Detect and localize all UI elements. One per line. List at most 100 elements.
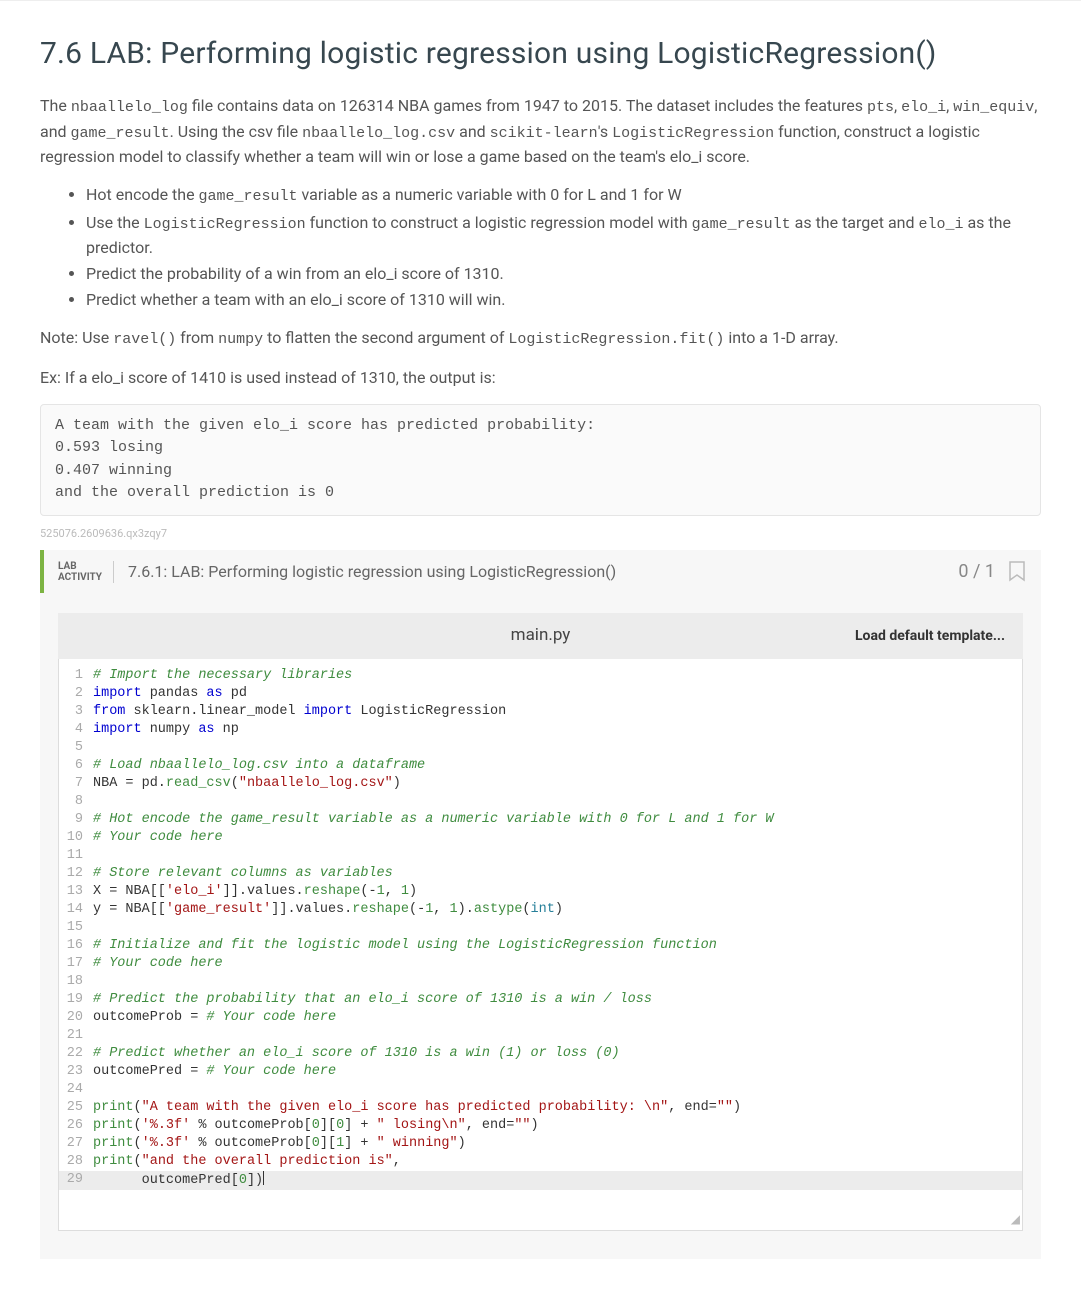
code-text: (- xyxy=(360,884,376,899)
line-number: 11 xyxy=(59,847,93,865)
hash-id: 525076.2609636.qx3zqy7 xyxy=(40,526,1041,543)
code-text: ][ xyxy=(320,1118,336,1133)
text: file contains data on 126314 NBA games f… xyxy=(188,96,867,115)
code-text: ). xyxy=(458,902,474,917)
line-number: 15 xyxy=(59,919,93,937)
line-number: 6 xyxy=(59,757,93,775)
lab-tag: LAB ACTIVITY xyxy=(58,561,114,583)
line-number: 26 xyxy=(59,1117,93,1135)
code-text: np xyxy=(215,722,239,737)
code-type: int xyxy=(531,902,555,917)
code-string: " losing\n" xyxy=(377,1118,466,1133)
line-number: 12 xyxy=(59,865,93,883)
code-editor[interactable]: 1# Import the necessary libraries 2impor… xyxy=(58,659,1023,1231)
code-text: NBA = pd. xyxy=(93,776,166,791)
load-default-template-button[interactable]: Load default template... xyxy=(855,626,1023,647)
code-inline: game_result xyxy=(199,188,298,205)
code-func: astype xyxy=(474,902,523,917)
page-title: 7.6 LAB: Performing logistic regression … xyxy=(40,31,1041,76)
line-number: 4 xyxy=(59,721,93,739)
code-inline: elo_i xyxy=(901,99,946,116)
code-text: numpy xyxy=(142,722,199,737)
code-keyword: as xyxy=(206,686,222,701)
code-text: ( xyxy=(522,902,530,917)
code-inline: ravel() xyxy=(113,331,176,348)
text: variable as a numeric variable with 0 fo… xyxy=(298,185,682,204)
line-number: 23 xyxy=(59,1063,93,1081)
example-label: Ex: If a elo_i score of 1410 is used ins… xyxy=(40,366,1041,390)
bookmark-icon[interactable] xyxy=(1007,560,1027,584)
code-text: y = NBA[[ xyxy=(93,902,166,917)
intro-paragraph: The nbaallelo_log file contains data on … xyxy=(40,94,1041,169)
code-inline: pts xyxy=(867,99,894,116)
text: function to construct a logistic regress… xyxy=(306,213,692,232)
text: The xyxy=(40,96,71,115)
code-text: ( xyxy=(134,1118,142,1133)
code-number: 0 xyxy=(239,1173,247,1188)
code-comment: # Load nbaallelo_log.csv into a datafram… xyxy=(93,758,425,773)
text: as the target and xyxy=(791,213,919,232)
code-inline: LogisticRegression xyxy=(144,216,306,233)
line-number: 28 xyxy=(59,1153,93,1171)
code-text: , end= xyxy=(466,1118,515,1133)
code-comment: # Import the necessary libraries xyxy=(93,668,352,683)
code-text: outcomeProb = xyxy=(93,1010,206,1025)
code-text: ]].values. xyxy=(223,884,304,899)
line-number: 9 xyxy=(59,811,93,829)
text: Use the xyxy=(86,213,144,232)
code-inline: win_equiv xyxy=(953,99,1034,116)
code-text: (- xyxy=(409,902,425,917)
line-number: 29 xyxy=(59,1171,93,1190)
code-comment: # Store relevant columns as variables xyxy=(93,866,393,881)
text: into a 1-D array. xyxy=(724,328,838,347)
code-inline: nbaallelo_log.csv xyxy=(302,125,455,142)
text: Hot encode the xyxy=(86,185,199,204)
line-number: 24 xyxy=(59,1081,93,1099)
code-string: '%.3f' xyxy=(142,1118,191,1133)
code-comment: # Hot encode the game_result variable as… xyxy=(93,812,774,827)
code-text: ]].values. xyxy=(271,902,352,917)
code-func: print xyxy=(93,1100,134,1115)
code-text: ) xyxy=(531,1118,539,1133)
lab-body: main.py Load default template... 1# Impo… xyxy=(40,593,1041,1259)
code-comment: # Your code here xyxy=(206,1064,336,1079)
code-text: ][ xyxy=(320,1136,336,1151)
code-inline: LogisticRegression.fit() xyxy=(508,331,724,348)
line-number: 25 xyxy=(59,1099,93,1117)
code-text: pd xyxy=(223,686,247,701)
code-comment: # Your code here xyxy=(93,830,223,845)
code-inline: scikit-learn xyxy=(490,125,598,142)
code-number: 1 xyxy=(401,884,409,899)
line-number: 19 xyxy=(59,991,93,1009)
code-comment: # Your code here xyxy=(206,1010,336,1025)
text-cursor xyxy=(263,1171,264,1185)
code-text: outcomePred[ xyxy=(93,1173,239,1188)
line-number: 27 xyxy=(59,1135,93,1153)
code-text: ( xyxy=(134,1154,142,1169)
lab-tag-line2: ACTIVITY xyxy=(58,572,101,583)
list-item: Use the LogisticRegression function to c… xyxy=(86,211,1041,261)
line-number: 5 xyxy=(59,739,93,757)
instructions-list: Hot encode the game_result variable as a… xyxy=(40,183,1041,312)
text: from xyxy=(176,328,218,347)
code-string: "" xyxy=(514,1118,530,1133)
code-text: sklearn.linear_model xyxy=(125,704,303,719)
line-number: 1 xyxy=(59,667,93,685)
code-number: 0 xyxy=(336,1118,344,1133)
line-number: 7 xyxy=(59,775,93,793)
code-text: , end= xyxy=(668,1100,717,1115)
code-string: "" xyxy=(717,1100,733,1115)
line-number: 8 xyxy=(59,793,93,811)
code-keyword: import xyxy=(93,686,142,701)
code-comment: # Predict whether an elo_i score of 1310… xyxy=(93,1046,620,1061)
code-area[interactable]: 1# Import the necessary libraries 2impor… xyxy=(59,659,1022,1230)
code-inline: elo_i xyxy=(918,216,963,233)
code-text: LogisticRegression xyxy=(352,704,506,719)
line-number: 14 xyxy=(59,901,93,919)
code-func: read_csv xyxy=(166,776,231,791)
code-string: 'elo_i' xyxy=(166,884,223,899)
code-keyword: import xyxy=(304,704,353,719)
text: and xyxy=(455,122,490,141)
code-inline: game_result xyxy=(71,125,170,142)
line-number: 20 xyxy=(59,1009,93,1027)
